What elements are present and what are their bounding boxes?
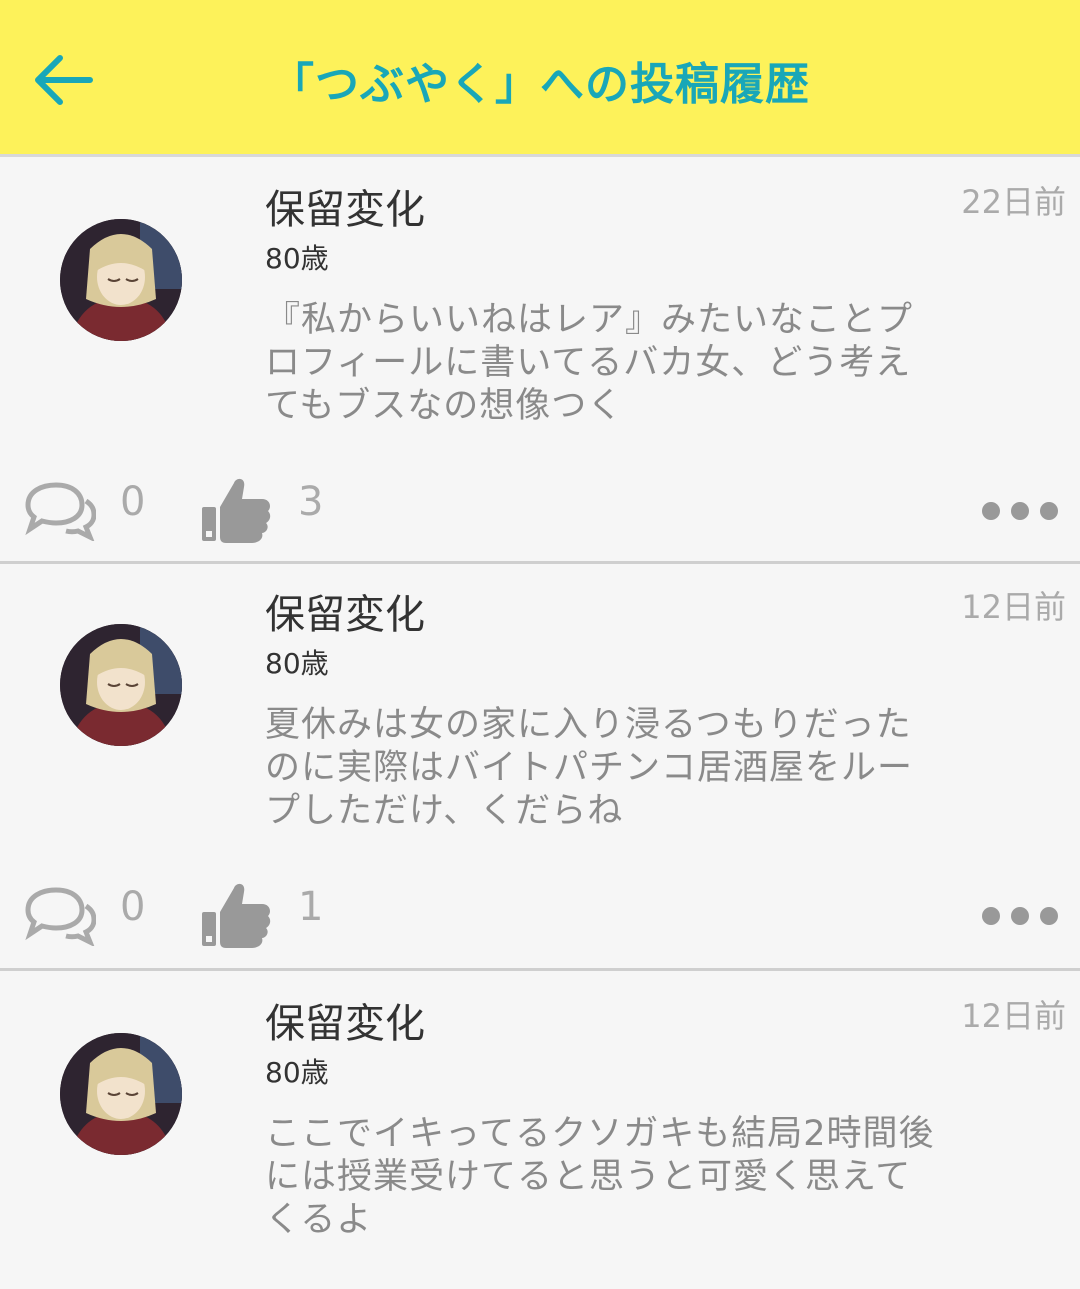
comment-icon[interactable] [20, 479, 96, 541]
comment-count: 0 [120, 884, 146, 930]
more-options-icon[interactable] [982, 904, 1058, 928]
avatar[interactable] [60, 624, 182, 746]
user-age: 80歳 [265, 242, 329, 275]
post-time: 12日前 [961, 588, 1066, 626]
post-text: 夏休みは女の家に入り浸るつもりだったのに実際はバイトパチンコ居酒屋をループしただ… [265, 705, 914, 831]
page-title: 「つぶやく」への投稿履歴 [270, 59, 810, 110]
post-text: 『私からいいねはレア』みたいなことプロフィールに書いてるバカ女、どう考えてもブス… [265, 300, 914, 426]
post-time: 22日前 [961, 183, 1066, 221]
user-name[interactable]: 保留変化 [265, 177, 425, 235]
post-text: ここでイキってるクソガキも結局2時間後には授業受けてると思うと可愛く思えてくるよ [265, 1114, 935, 1240]
thumbs-up-icon[interactable] [200, 473, 272, 545]
post-time: 12日前 [961, 997, 1066, 1035]
post-item[interactable]: 保留変化 80歳 12日前 ここでイキってるクソガキも結局2時間後には授業受けて… [0, 971, 1080, 1289]
user-name[interactable]: 保留変化 [265, 991, 425, 1049]
app-header: 「つぶやく」への投稿履歴 [0, 0, 1080, 157]
user-age: 80歳 [265, 1056, 329, 1089]
post-actions: 0 3 [0, 469, 1080, 549]
post-item[interactable]: 保留変化 80歳 22日前 『私からいいねはレア』みたいなことプロフィールに書い… [0, 157, 1080, 564]
comment-icon[interactable] [20, 884, 96, 946]
user-name[interactable]: 保留変化 [265, 582, 425, 640]
like-count: 1 [298, 884, 324, 930]
user-age: 80歳 [265, 647, 329, 680]
post-actions: 0 1 [0, 874, 1080, 954]
avatar[interactable] [60, 1033, 182, 1155]
more-options-icon[interactable] [982, 499, 1058, 523]
avatar[interactable] [60, 219, 182, 341]
post-item[interactable]: 保留変化 80歳 12日前 夏休みは女の家に入り浸るつもりだったのに実際はバイト… [0, 564, 1080, 971]
thumbs-up-icon[interactable] [200, 878, 272, 950]
like-count: 3 [298, 479, 324, 525]
comment-count: 0 [120, 479, 146, 525]
